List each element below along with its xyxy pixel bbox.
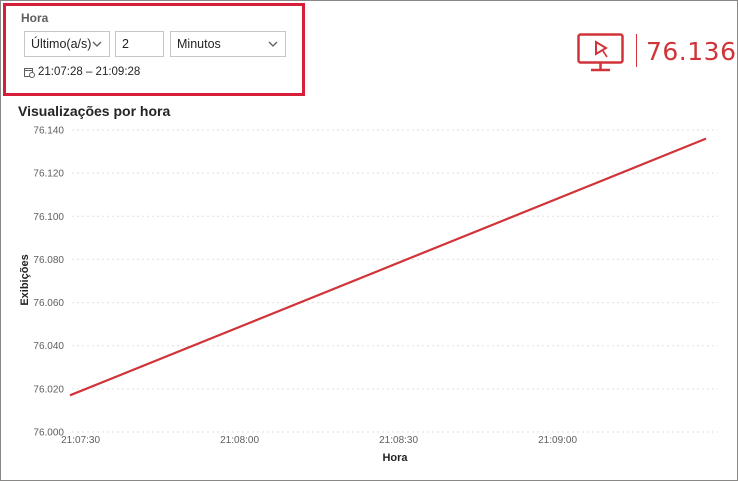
y-tick-label: 76.040 — [33, 341, 64, 352]
x-tick-label: 21:07:30 — [61, 435, 100, 446]
x-axis-title: Hora — [382, 452, 408, 464]
y-tick-label: 76.080 — [33, 255, 64, 266]
x-tick-label: 21:08:30 — [379, 435, 418, 446]
y-axis-title: Exibições — [19, 254, 31, 305]
y-tick-label: 76.000 — [33, 428, 64, 439]
y-tick-label: 76.100 — [33, 212, 64, 223]
line-chart: 76.000 76.020 76.040 76.060 76.080 76.100 76.1… — [19, 126, 718, 464]
y-tick-label: 76.120 — [33, 169, 64, 180]
x-tick-label: 21:08:00 — [220, 435, 259, 446]
y-tick-label: 76.060 — [33, 298, 64, 309]
series-line — [69, 137, 707, 397]
y-tick-label: 76.020 — [33, 384, 64, 395]
y-tick-label: 76.140 — [33, 126, 64, 137]
x-tick-label: 21:09:00 — [538, 435, 577, 446]
